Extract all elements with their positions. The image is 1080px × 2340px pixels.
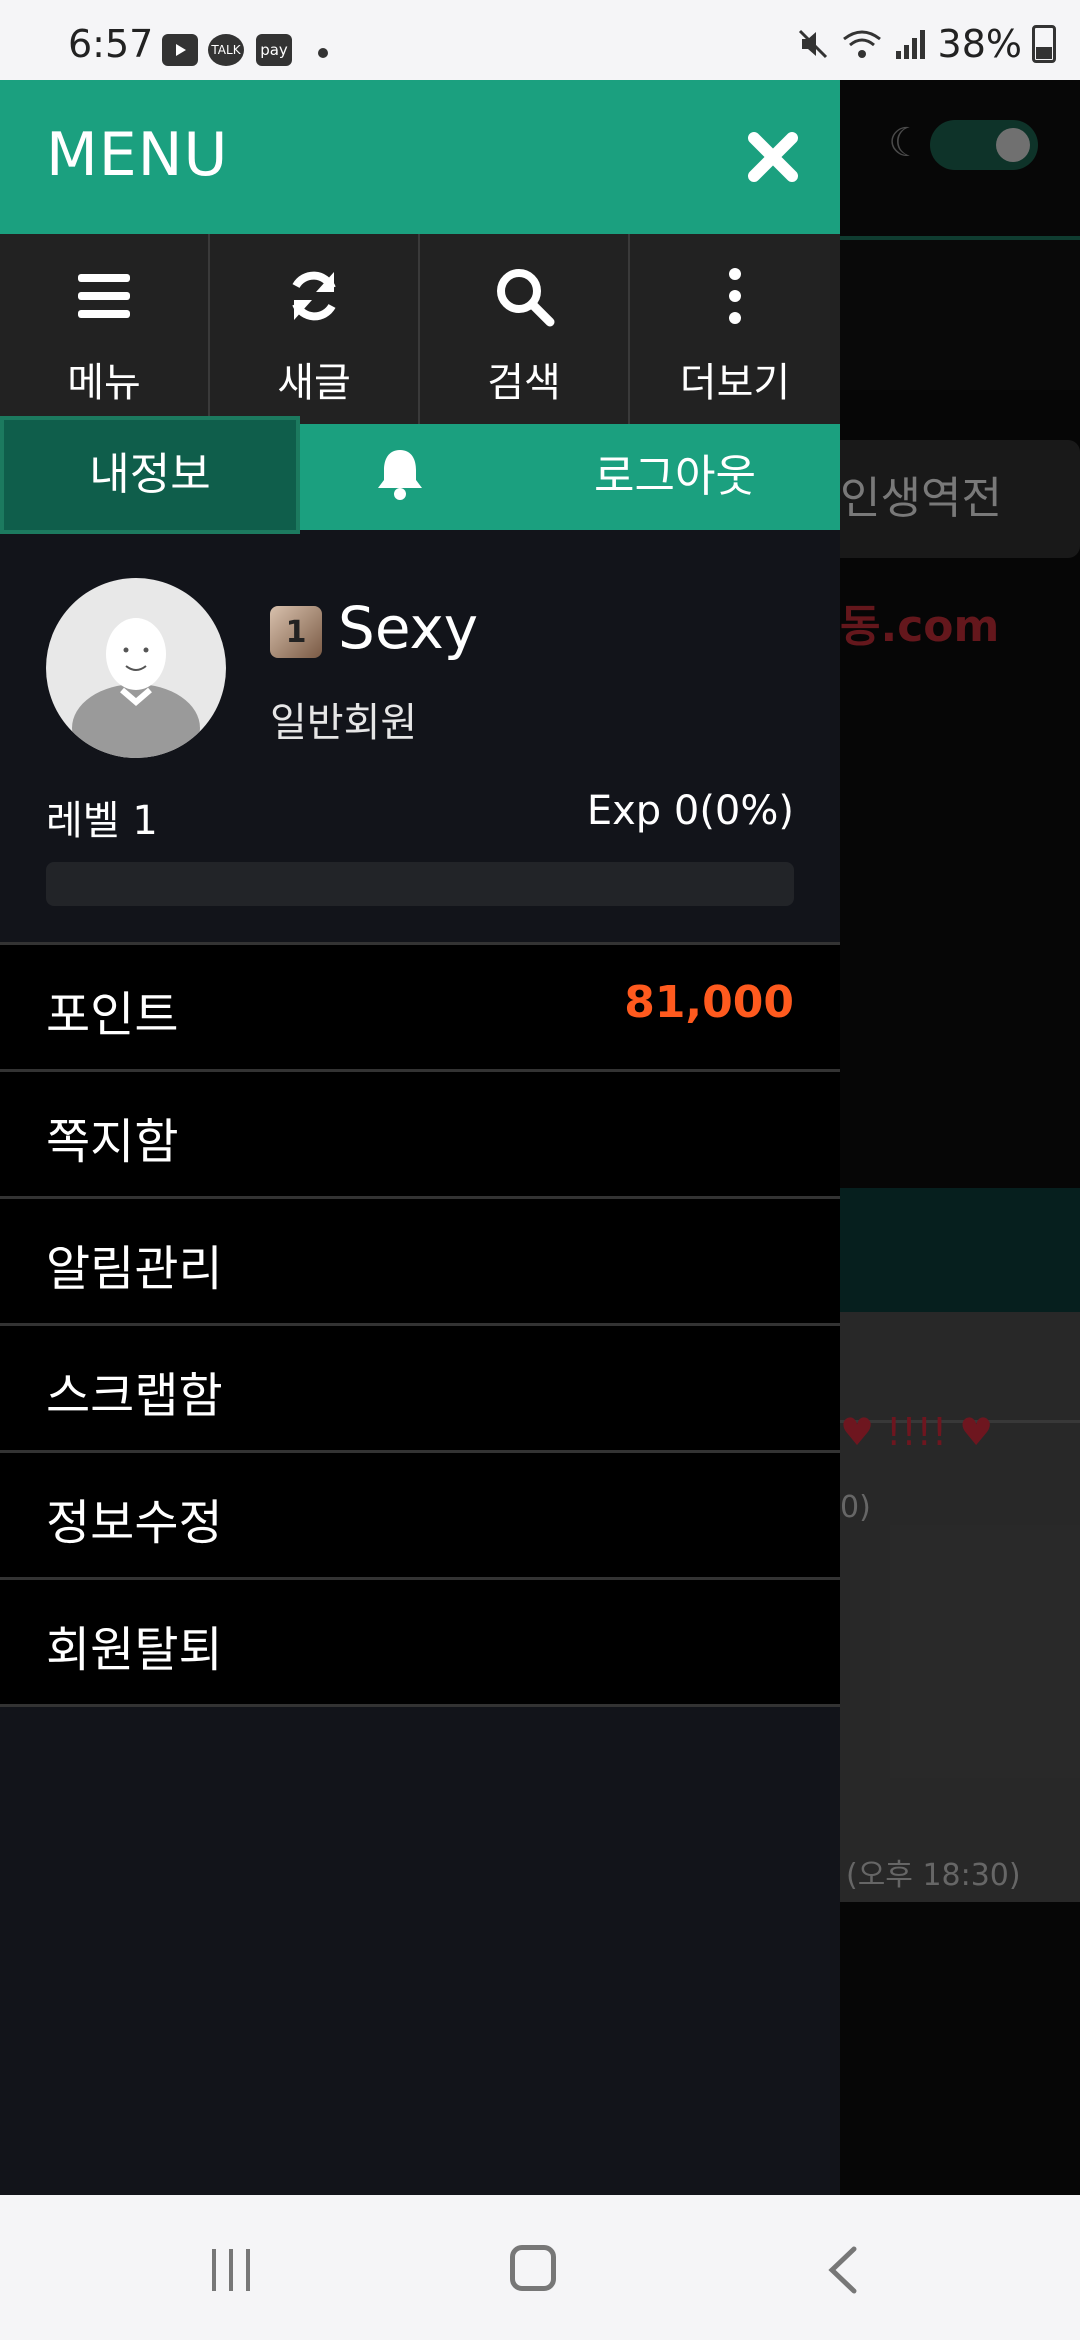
drawer-header: MENU [0,80,840,234]
quick-search-button[interactable]: 검색 [420,234,630,424]
menu-item-messages[interactable]: 쪽지함 [0,1069,840,1196]
menu-item-edit-profile[interactable]: 정보수정 [0,1450,840,1577]
menu-item-withdraw[interactable]: 회원탈퇴 [0,1577,840,1707]
back-icon[interactable] [820,2245,866,2295]
kakaopay-icon: pay [256,34,292,66]
quick-more-button[interactable]: 더보기 [630,234,840,424]
status-right: 38% [796,22,1056,66]
menu-item-label: 알림관리 [46,1241,223,1297]
search-icon [497,269,555,327]
status-time: 6:57 [68,22,154,66]
menu-item-scraps[interactable]: 스크랩함 [0,1323,840,1450]
menu-item-points[interactable]: 포인트 81,000 [0,942,840,1069]
side-drawer: MENU 메뉴 새글 검색 더보기 내정보 로그아웃 1 Sexy 일반회원 레… [0,80,840,2195]
level-badge-text: 1 [285,614,307,650]
battery-icon [1032,25,1056,63]
hamburger-icon [78,274,130,318]
account-tabs: 내정보 로그아웃 [0,416,840,534]
user-level: 레벨 1 [46,798,158,844]
profile-section: 1 Sexy 일반회원 레벨 1 Exp 0(0%) [0,530,840,930]
avatar[interactable] [46,578,226,758]
close-icon[interactable] [744,128,802,186]
quick-new-posts-button[interactable]: 새글 [210,234,420,424]
quick-actions: 메뉴 새글 검색 더보기 [0,234,840,424]
system-nav-bar [0,2195,1080,2340]
refresh-icon [292,271,336,321]
kakaopay-label: pay [260,41,288,59]
menu-item-label: 스크랩함 [46,1368,223,1424]
home-icon[interactable] [510,2245,556,2291]
menu-item-label: 포인트 [46,987,179,1043]
quick-menu-button[interactable]: 메뉴 [0,234,210,424]
notification-dot-icon [318,48,328,58]
quick-search-label: 검색 [487,360,561,406]
wifi-icon [842,30,881,58]
tab-my-info[interactable]: 내정보 [0,416,300,534]
menu-item-notifications[interactable]: 알림관리 [0,1196,840,1323]
quick-menu-label: 메뉴 [67,360,141,406]
menu-item-label: 회원탈퇴 [46,1622,223,1678]
points-value: 81,000 [624,977,794,1028]
logout-button[interactable]: 로그아웃 [560,424,790,530]
account-menu: 포인트 81,000 쪽지함 알림관리 스크랩함 정보수정 회원탈퇴 [0,942,840,1707]
user-name: Sexy [338,594,479,662]
more-vertical-icon [729,268,741,324]
battery-percent: 38% [937,22,1022,66]
youtube-icon [162,34,198,66]
kakaotalk-icon: TALK [208,34,244,66]
user-grade: 일반회원 [270,700,418,746]
status-bar: 6:57 TALK pay 38% [0,0,1080,80]
bell-icon[interactable] [374,446,426,502]
signal-icon [895,30,925,59]
level-badge-icon: 1 [270,606,322,658]
user-exp: Exp 0(0%) [586,788,794,834]
drawer-scrim[interactable] [840,80,1080,2195]
menu-item-label: 정보수정 [46,1495,223,1551]
mute-icon [798,29,827,59]
quick-new-posts-label: 새글 [277,360,351,406]
drawer-title: MENU [46,120,229,190]
kakaotalk-label: TALK [211,43,241,57]
default-avatar-icon [72,618,200,758]
quick-more-label: 더보기 [679,360,791,406]
menu-item-label: 쪽지함 [46,1114,179,1170]
exp-progress-bar [46,862,794,906]
recent-apps-icon[interactable] [208,2247,254,2293]
